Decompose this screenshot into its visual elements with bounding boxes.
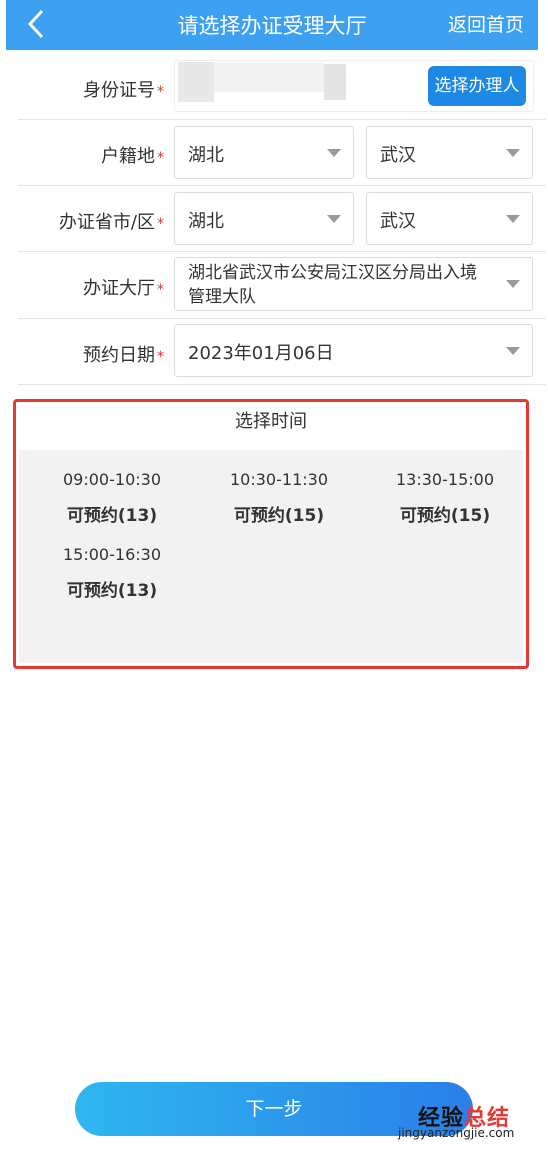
date-label: 预约日期 * — [83, 345, 164, 366]
household-label: 户籍地 * — [101, 146, 164, 167]
id-label: 身份证号 * — [83, 80, 164, 101]
office-city-select[interactable]: 武汉 — [366, 192, 533, 245]
household-city-select[interactable]: 武汉 — [366, 126, 533, 179]
household-province-select[interactable]: 湖北 — [174, 126, 354, 179]
id-blur-block — [178, 62, 214, 102]
time-slot-time: 10:30-11:30 — [230, 470, 328, 489]
time-title: 选择时间 — [235, 411, 307, 432]
time-selection-panel: 选择时间 09:00-10:30 可预约(13) 10:30-11:30 可预约… — [13, 399, 529, 669]
home-link[interactable]: 返回首页 — [448, 10, 524, 37]
office-province-value: 湖北 — [188, 211, 224, 232]
date-value: 2023年01月06日 — [188, 343, 334, 364]
time-slot-time: 09:00-10:30 — [63, 470, 161, 489]
date-select[interactable]: 2023年01月06日 — [174, 324, 533, 377]
office-province-select[interactable]: 湖北 — [174, 192, 354, 245]
time-slot-grid: 09:00-10:30 可预约(13) 10:30-11:30 可预约(15) … — [19, 450, 523, 663]
office-region-label: 办证省市/区 * — [58, 212, 164, 233]
top-bar: 请选择办证受理大厅 返回首页 — [6, 0, 538, 50]
time-slot[interactable]: 13:30-15:00 可预约(15) — [362, 470, 528, 526]
household-province-value: 湖北 — [188, 145, 224, 166]
time-slot[interactable]: 09:00-10:30 可预约(13) — [29, 470, 195, 526]
time-slot[interactable]: 10:30-11:30 可预约(15) — [196, 470, 362, 526]
hall-select[interactable]: 湖北省武汉市公安局江汉区分局出入境 管理大队 — [174, 257, 533, 311]
office-city-value: 武汉 — [380, 211, 416, 232]
chevron-down-icon — [506, 149, 520, 157]
watermark-url: jingyanzongjie.com — [398, 1126, 515, 1140]
time-slot-time: 13:30-15:00 — [396, 470, 494, 489]
time-slot-availability: 可预约(13) — [66, 506, 158, 526]
time-slot-availability: 可预约(15) — [399, 506, 491, 526]
hall-value: 湖北省武汉市公安局江汉区分局出入境 管理大队 — [188, 263, 477, 307]
time-slot-time: 15:00-16:30 — [63, 545, 161, 564]
id-blur-block — [324, 64, 346, 100]
time-slot-availability: 可预约(15) — [233, 506, 325, 526]
time-slot-availability: 可预约(13) — [66, 581, 158, 601]
choose-person-button[interactable]: 选择办理人 — [428, 66, 526, 106]
id-blur-block — [214, 62, 324, 92]
time-slot[interactable]: 15:00-16:30 可预约(13) — [29, 545, 195, 601]
household-city-value: 武汉 — [380, 145, 416, 166]
chevron-down-icon — [506, 215, 520, 223]
chevron-down-icon — [506, 280, 520, 288]
chevron-down-icon — [506, 347, 520, 355]
chevron-down-icon — [327, 215, 341, 223]
chevron-down-icon — [327, 149, 341, 157]
hall-label: 办证大厅 * — [83, 278, 164, 299]
